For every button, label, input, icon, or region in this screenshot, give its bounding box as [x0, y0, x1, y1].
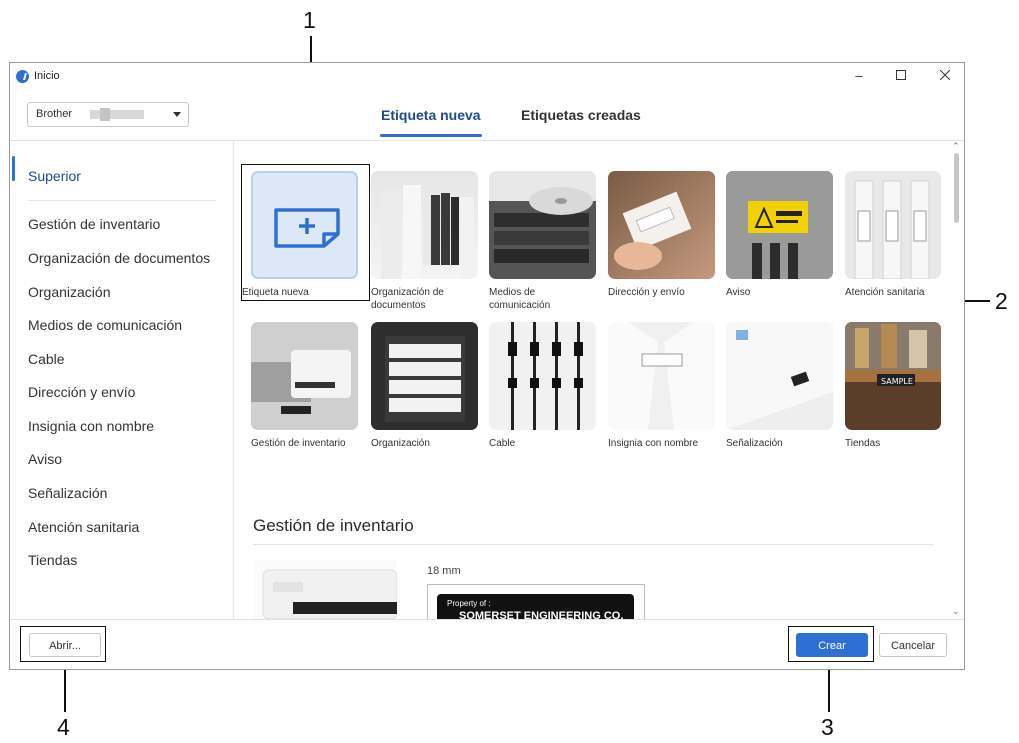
label-size: 18 mm	[427, 565, 461, 577]
sidebar-item-cable[interactable]: Cable	[28, 351, 65, 367]
printer-preview-image	[253, 560, 397, 619]
drawers-image	[385, 336, 465, 422]
minimize-button[interactable]: –	[844, 66, 874, 86]
app-logo-icon	[16, 70, 29, 83]
callout-1: 1	[303, 7, 316, 33]
test-tubes-image	[854, 180, 930, 279]
tile-label-aviso: Aviso	[726, 287, 751, 298]
sidebar-item-organizacion-documentos[interactable]: Organización de documentos	[28, 250, 210, 266]
tile-label-organizacion: Organización	[371, 438, 430, 449]
scroll-down-icon[interactable]: ⌄	[952, 606, 960, 617]
signage-image	[726, 322, 833, 430]
tile-atencion-sanitaria[interactable]	[845, 171, 941, 279]
window-title: Inicio	[34, 70, 60, 82]
section-title: Gestión de inventario	[253, 516, 414, 535]
cables-image	[508, 322, 583, 430]
tile-label-organizacion-documentos: Organización de documentos	[371, 287, 444, 311]
sidebar-item-direccion-envio[interactable]: Dirección y envío	[28, 384, 135, 400]
tile-label-direccion-envio: Dirección y envío	[608, 287, 685, 298]
sidebar-item-aviso[interactable]: Aviso	[28, 451, 62, 467]
tile-direccion-envio[interactable]	[608, 171, 715, 279]
sidebar-item-superior[interactable]: Superior	[28, 168, 81, 184]
tile-gestion-inventario[interactable]	[251, 322, 358, 430]
sidebar-item-atencion-sanitaria[interactable]: Atención sanitaria	[28, 519, 139, 535]
tile-label-cable: Cable	[489, 438, 516, 449]
label-preview-line1: Property of :	[447, 599, 491, 608]
scroll-up-icon[interactable]: ⌃	[952, 141, 960, 152]
content-scrollbar[interactable]: ⌃ ⌄	[950, 141, 964, 619]
store-shelf-image: SAMPLE	[845, 322, 941, 386]
close-button[interactable]	[930, 66, 960, 86]
open-button-highlight	[20, 626, 106, 662]
tile-organizacion[interactable]	[371, 322, 478, 430]
cancel-button[interactable]: Cancelar	[879, 633, 947, 657]
sidebar-item-organizacion[interactable]: Organización	[28, 284, 111, 300]
name-badge-image	[608, 322, 715, 430]
close-icon	[939, 69, 951, 81]
tile-label-gestion-inventario: Gestión de inventario	[251, 438, 346, 449]
sidebar-item-gestion-inventario[interactable]: Gestión de inventario	[28, 216, 160, 232]
printer-select-value: Brother	[36, 108, 73, 120]
tile-tiendas[interactable]: SAMPLE	[845, 322, 941, 430]
callout-3: 3	[821, 714, 834, 740]
inventory-printer-image	[251, 322, 358, 430]
section-divider	[253, 544, 933, 545]
active-tab-indicator	[380, 134, 482, 137]
tab-etiquetas-creadas[interactable]: Etiquetas creadas	[521, 107, 641, 123]
create-button-highlight	[788, 626, 874, 662]
tile-label-insignia-nombre: Insignia con nombre	[608, 438, 699, 449]
chevron-down-icon	[173, 112, 181, 117]
callout-4: 4	[57, 714, 70, 740]
app-window: Inicio – Brother Etiqueta nueva Etiqueta…	[9, 62, 965, 670]
selected-tile-highlight	[241, 164, 370, 301]
callout-2: 2	[995, 288, 1008, 314]
sidebar-item-tiendas[interactable]: Tiendas	[28, 552, 77, 568]
printer-select[interactable]: Brother	[27, 102, 189, 127]
svg-text:SAMPLE: SAMPLE	[881, 377, 913, 386]
title-bar: Inicio –	[10, 63, 964, 89]
sidebar-active-indicator	[12, 156, 15, 181]
sidebar	[10, 141, 234, 619]
maximize-button[interactable]	[886, 66, 916, 86]
sidebar-item-medios-comunicacion[interactable]: Medios de comunicación	[28, 317, 182, 333]
tile-label-senalizacion: Señalización	[726, 438, 783, 449]
tile-organizacion-documentos[interactable]	[371, 171, 478, 279]
sidebar-divider	[28, 200, 216, 201]
tile-senalizacion[interactable]	[726, 322, 833, 430]
tile-aviso[interactable]	[726, 171, 833, 279]
tile-cable[interactable]	[489, 322, 596, 430]
maximize-icon	[896, 70, 906, 80]
tile-label-atencion-sanitaria: Atención sanitaria	[845, 287, 925, 298]
caution-label-image	[726, 171, 833, 279]
sidebar-item-insignia-nombre[interactable]: Insignia con nombre	[28, 418, 154, 434]
discs-image	[489, 187, 596, 279]
address-label-image	[614, 191, 692, 270]
printer-model-redacted	[90, 108, 144, 121]
tab-etiqueta-nueva[interactable]: Etiqueta nueva	[381, 107, 481, 123]
tile-medios-comunicacion[interactable]	[489, 171, 596, 279]
tile-insignia-nombre[interactable]	[608, 322, 715, 430]
scroll-thumb[interactable]	[954, 153, 959, 223]
tile-label-medios-comunicacion: Medios de comunicación	[489, 287, 551, 311]
sidebar-item-senalizacion[interactable]: Señalización	[28, 485, 107, 501]
tile-label-tiendas: Tiendas	[845, 438, 881, 449]
binders-image	[381, 185, 474, 279]
